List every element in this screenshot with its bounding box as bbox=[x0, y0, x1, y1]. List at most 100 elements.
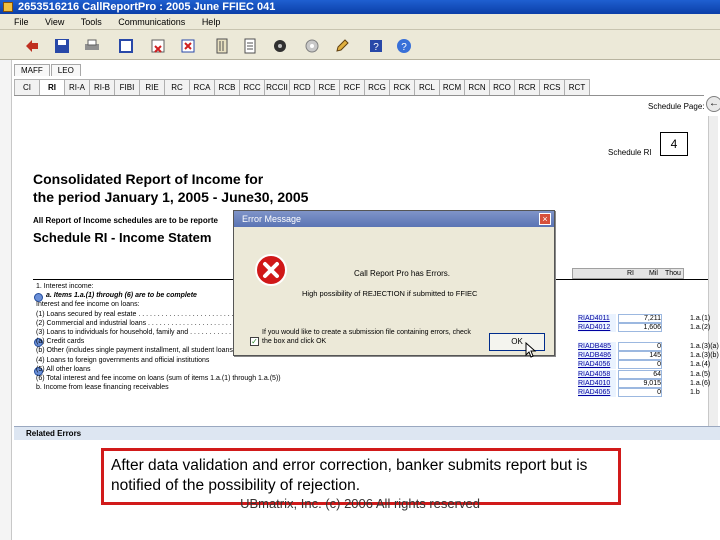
help-circle-icon[interactable]: ? bbox=[394, 36, 412, 54]
tab-rce[interactable]: RCE bbox=[314, 79, 340, 95]
help-book-icon[interactable]: ? bbox=[366, 36, 384, 54]
col-mil: Mil bbox=[649, 270, 658, 277]
line-item: (4) Loans to foreign governments and off… bbox=[36, 356, 210, 364]
document-list-icon[interactable] bbox=[240, 36, 258, 54]
field-value[interactable]: 0 bbox=[618, 341, 662, 351]
svg-text:?: ? bbox=[401, 42, 407, 53]
field-value[interactable]: 9,015 bbox=[618, 379, 662, 389]
item-ref bbox=[690, 333, 720, 342]
item-ref: 1.a.(4) bbox=[690, 361, 711, 369]
table-row: RIAD4056 0 bbox=[578, 360, 686, 370]
item-ref: 1.a.(3)(b) bbox=[690, 352, 719, 360]
menu-view[interactable]: View bbox=[45, 17, 64, 27]
field-code[interactable]: RIAD4011 bbox=[578, 314, 616, 323]
window-title-bar: 2653516216 CallReportPro : 2005 June FFI… bbox=[0, 0, 720, 14]
hardware-icon[interactable] bbox=[270, 36, 288, 54]
close-icon[interactable]: × bbox=[539, 213, 551, 225]
line-item: (5) All other loans bbox=[36, 365, 91, 373]
tab-rcc[interactable]: RCC bbox=[239, 79, 265, 95]
window-title: 2653516216 CallReportPro : 2005 June FFI… bbox=[18, 1, 276, 13]
report-title: Consolidated Report of Income for the pe… bbox=[33, 170, 308, 206]
schedule-tabs: CI RI RI-A RI-B FIBI RIE RC RCA RCB RCC RCCII RCD RC… bbox=[14, 79, 704, 96]
table-row: RIAD4011 7,211 bbox=[578, 314, 686, 323]
field-code[interactable]: RIAD4012 bbox=[578, 323, 616, 333]
schedule-label: Schedule RI bbox=[608, 148, 652, 157]
table-row: RIADB485 0 bbox=[578, 341, 686, 351]
tab-ri[interactable]: RI bbox=[39, 79, 65, 95]
col-ri: RI bbox=[627, 270, 634, 277]
related-errors-panel[interactable]: Related Errors bbox=[14, 426, 720, 440]
item-reference-column: 1.a.(1) 1.a.(2) 1.a.(3)(a) 1.a.(3)(b) 1.… bbox=[690, 314, 720, 398]
field-code[interactable]: RIAD4058 bbox=[578, 369, 616, 379]
tab-rccii[interactable]: RCCII bbox=[264, 79, 290, 95]
table-row: RIAD4058 64 bbox=[578, 369, 686, 379]
blank-page-icon[interactable] bbox=[116, 36, 134, 54]
schedule-pages-label: Schedule Page: bbox=[648, 102, 705, 111]
tab-rcn[interactable]: RCN bbox=[464, 79, 490, 95]
tab-rc[interactable]: RC bbox=[164, 79, 190, 95]
form-tabs: MAFF LEO bbox=[14, 64, 82, 78]
clear-page-icon[interactable] bbox=[148, 36, 166, 54]
tab-rie[interactable]: RIE bbox=[139, 79, 165, 95]
field-code[interactable]: RIAD4010 bbox=[578, 379, 616, 389]
delete-icon[interactable] bbox=[178, 36, 196, 54]
item-ref: 1.a.(6) bbox=[690, 380, 711, 388]
back-arrow-icon[interactable] bbox=[22, 36, 40, 54]
dialog-warning: High possibility of REJECTION if submitt… bbox=[302, 289, 478, 298]
item-ref: 1.a.(5) bbox=[690, 370, 711, 378]
tab-rcl[interactable]: RCL bbox=[414, 79, 440, 95]
disc-icon[interactable] bbox=[302, 36, 320, 54]
menu-help[interactable]: Help bbox=[202, 17, 221, 27]
field-value[interactable]: 0 bbox=[618, 388, 662, 398]
binder-icon[interactable] bbox=[212, 36, 230, 54]
field-code[interactable]: RIAD4056 bbox=[578, 360, 616, 370]
field-value[interactable]: 7,211 bbox=[618, 314, 662, 323]
tab-rca[interactable]: RCA bbox=[189, 79, 215, 95]
tab-rck[interactable]: RCK bbox=[389, 79, 415, 95]
tab-rcd[interactable]: RCD bbox=[289, 79, 315, 95]
svg-text:?: ? bbox=[373, 42, 379, 53]
menu-file[interactable]: File bbox=[14, 17, 29, 27]
table-row: RIADB486 145 bbox=[578, 351, 686, 361]
tab-rcb[interactable]: RCB bbox=[214, 79, 240, 95]
line-item: (6) Total interest and fee income on loa… bbox=[36, 375, 281, 383]
field-value[interactable]: 64 bbox=[618, 369, 662, 379]
back-nav-icon[interactable]: ← bbox=[706, 96, 720, 112]
tab-rcg[interactable]: RCG bbox=[364, 79, 390, 95]
menu-communications[interactable]: Communications bbox=[118, 17, 185, 27]
table-row bbox=[578, 333, 686, 342]
tab-fibi[interactable]: FIBI bbox=[114, 79, 140, 95]
field-code[interactable]: RIADB485 bbox=[578, 341, 616, 351]
item-ref: 1.b bbox=[690, 389, 700, 397]
column-headers: RI Mil Thou bbox=[572, 268, 684, 279]
save-disk-icon[interactable] bbox=[52, 36, 70, 54]
copyright-footer: UBmatrix, Inc. (c) 2006 All rights reser… bbox=[240, 496, 480, 511]
field-value[interactable]: 1,606 bbox=[618, 323, 662, 333]
tab-rcs[interactable]: RCS bbox=[539, 79, 565, 95]
tab-rcf[interactable]: RCF bbox=[339, 79, 365, 95]
tab-ci[interactable]: CI bbox=[14, 79, 40, 95]
dialog-title: Error Message bbox=[234, 211, 554, 227]
edit-pencil-icon[interactable] bbox=[332, 36, 350, 54]
tab-rcr[interactable]: RCR bbox=[514, 79, 540, 95]
field-value[interactable]: 0 bbox=[618, 360, 662, 370]
field-value[interactable]: 145 bbox=[618, 351, 662, 361]
field-code[interactable]: RIAD4065 bbox=[578, 388, 616, 398]
tab-rco[interactable]: RCO bbox=[489, 79, 515, 95]
menu-tools[interactable]: Tools bbox=[81, 17, 102, 27]
tab-ri-a[interactable]: RI-A bbox=[64, 79, 90, 95]
create-submission-checkbox[interactable]: ✓ bbox=[250, 337, 259, 346]
table-row: RIAD4065 0 bbox=[578, 388, 686, 398]
tab-maff[interactable]: MAFF bbox=[14, 64, 50, 76]
report-title-line-1: Consolidated Report of Income for bbox=[33, 171, 264, 187]
print-icon[interactable] bbox=[82, 36, 100, 54]
tab-ri-b[interactable]: RI-B bbox=[89, 79, 115, 95]
code-column: RIAD4011 7,211 RIAD4012 1,606 RIADB485 0 RI… bbox=[578, 314, 686, 398]
tab-rct[interactable]: RCT bbox=[564, 79, 590, 95]
toolbar: ? ? bbox=[0, 30, 720, 60]
error-icon bbox=[255, 254, 287, 286]
item-ref: 1.a.(1) bbox=[690, 315, 711, 322]
tab-leo[interactable]: LEO bbox=[50, 64, 81, 76]
field-code[interactable]: RIADB486 bbox=[578, 351, 616, 361]
tab-rcm[interactable]: RCM bbox=[439, 79, 465, 95]
